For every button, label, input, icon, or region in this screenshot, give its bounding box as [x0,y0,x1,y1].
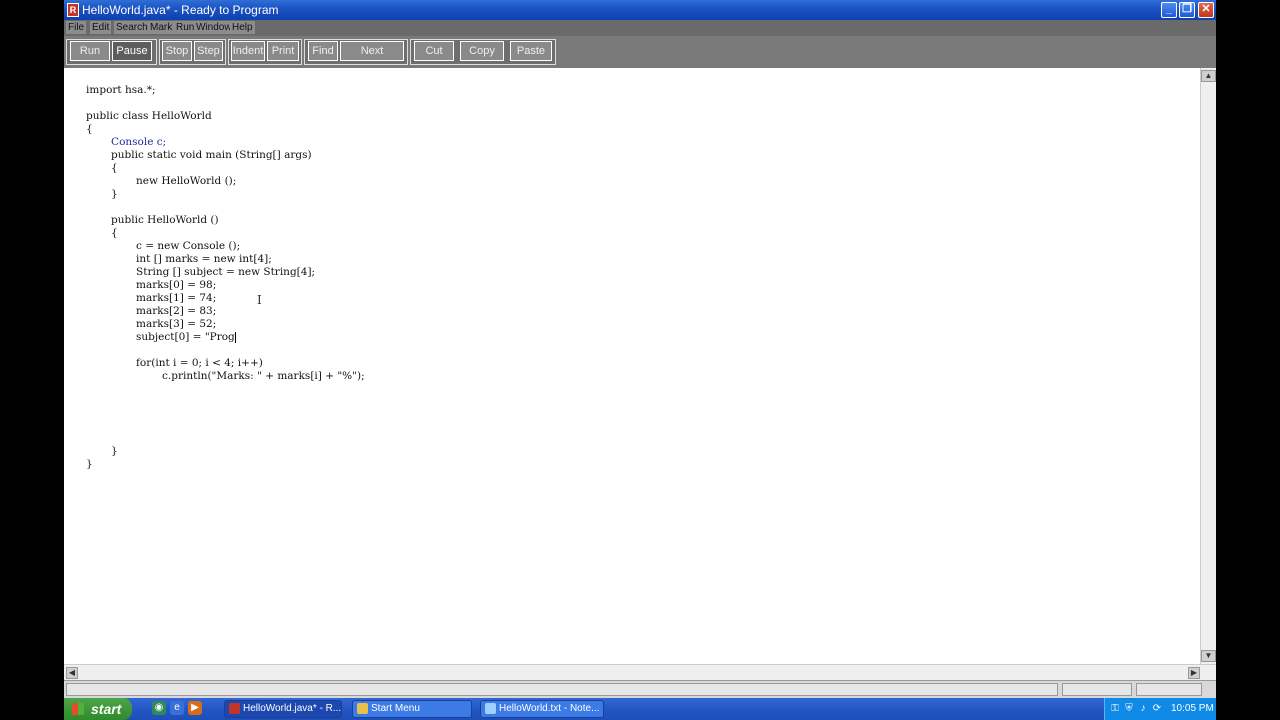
system-tray: ⚿ ⛨ ♪ ⟳ 10:05 PM [1104,698,1216,720]
scroll-down-arrow-icon[interactable]: ▼ [1201,650,1216,662]
update-icon[interactable]: ⟳ [1151,703,1163,715]
ibeam-cursor-icon: I [257,293,262,307]
code-line: marks[3] = 52; [136,318,217,330]
scroll-right-arrow-icon[interactable]: ▶ [1188,667,1200,679]
code-line: marks[2] = 83; [136,305,217,317]
menu-edit[interactable]: Edit [90,21,112,34]
start-button[interactable]: start [64,698,132,720]
pause-button[interactable]: Pause [112,41,152,61]
code-line: int [] marks = new int[4]; [136,253,272,265]
code-line: } [111,188,118,200]
show-desktop-icon[interactable]: ◉ [152,701,166,715]
code-line: c = new Console (); [136,240,241,252]
media-player-icon[interactable]: ▶ [188,701,202,715]
code-line: public static void main (String[] args) [111,149,312,161]
code-line: public class HelloWorld [86,110,212,122]
status-message [66,683,1058,696]
text-cursor [234,331,236,343]
status-bar [64,680,1216,698]
volume-icon[interactable]: ♪ [1137,703,1149,715]
internet-explorer-icon[interactable]: e [170,701,184,715]
maximize-button[interactable]: ❐ [1179,2,1195,18]
window-title: HelloWorld.java* - Ready to Program [82,3,279,17]
title-bar[interactable]: R HelloWorld.java* - Ready to Program _ … [64,0,1216,20]
code-line: import hsa.*; [86,84,156,96]
cut-button[interactable]: Cut [414,41,454,61]
windows-logo-icon [72,703,84,715]
code-line: Console c; [111,136,167,148]
ready-to-program-icon [229,703,240,714]
folder-icon [357,703,368,714]
stop-button[interactable]: Stop [162,41,192,61]
code-line: c.println("Marks: " + marks[i] + "%"); [162,370,365,382]
find-button[interactable]: Find [308,41,338,61]
code-line: { [111,227,118,239]
code-line: } [111,445,118,457]
network-icon[interactable]: ⚿ [1109,703,1121,715]
menu-bar: File Edit Search Mark Run Window Help [64,20,1216,36]
menu-help[interactable]: Help [230,21,255,34]
copy-button[interactable]: Copy [460,41,504,61]
menu-run[interactable]: Run [174,21,197,34]
code-line: public HelloWorld () [111,214,219,226]
scroll-left-arrow-icon[interactable]: ◀ [66,667,78,679]
task-start-menu[interactable]: Start Menu [352,700,472,718]
close-button[interactable]: ✕ [1198,2,1214,18]
code-line: marks[1] = 74; [136,292,217,304]
code-line: for(int i = 0; i < 4; i++) [136,357,263,369]
paste-button[interactable]: Paste [510,41,552,61]
menu-file[interactable]: File [66,21,87,34]
code-line: marks[0] = 98; [136,279,217,291]
vertical-scrollbar[interactable]: ▲ ▼ [1200,68,1216,664]
code-line: { [111,162,118,174]
minimize-button[interactable]: _ [1161,2,1177,18]
task-notepad[interactable]: HelloWorld.txt - Note... [480,700,604,718]
step-button[interactable]: Step [194,41,223,61]
code-line: new HelloWorld (); [136,175,237,187]
app-icon: R [67,3,79,17]
code-line: } [86,458,93,470]
ready-to-program-window: R HelloWorld.java* - Ready to Program _ … [64,0,1216,698]
status-mode [1136,683,1202,696]
menu-search[interactable]: Search [114,21,150,34]
scroll-up-arrow-icon[interactable]: ▲ [1201,70,1216,82]
toolbar: Run Pause Stop Step Indent Print Find Ne… [64,36,1216,68]
taskbar: start ◉ e ▶ HelloWorld.java* - R... Star… [64,698,1216,720]
task-ready-to-program[interactable]: HelloWorld.java* - R... [224,700,342,718]
code-line: { [86,123,93,135]
menu-mark[interactable]: Mark [148,21,175,34]
code-line: subject[0] = "Prog [136,331,236,343]
security-icon[interactable]: ⛨ [1123,703,1135,715]
print-button[interactable]: Print [267,41,299,61]
menu-window[interactable]: Window [194,21,234,34]
code-line: String [] subject = new String[4]; [136,266,316,278]
next-button[interactable]: Next [340,41,404,61]
notepad-icon [485,703,496,714]
indent-button[interactable]: Indent [231,41,265,61]
horizontal-scrollbar[interactable]: ◀ ▶ [64,664,1216,680]
clock: 10:05 PM [1171,703,1214,714]
status-position [1062,683,1132,696]
code-editor[interactable]: import hsa.*; public class HelloWorld { … [64,68,1200,664]
run-button[interactable]: Run [70,41,110,61]
